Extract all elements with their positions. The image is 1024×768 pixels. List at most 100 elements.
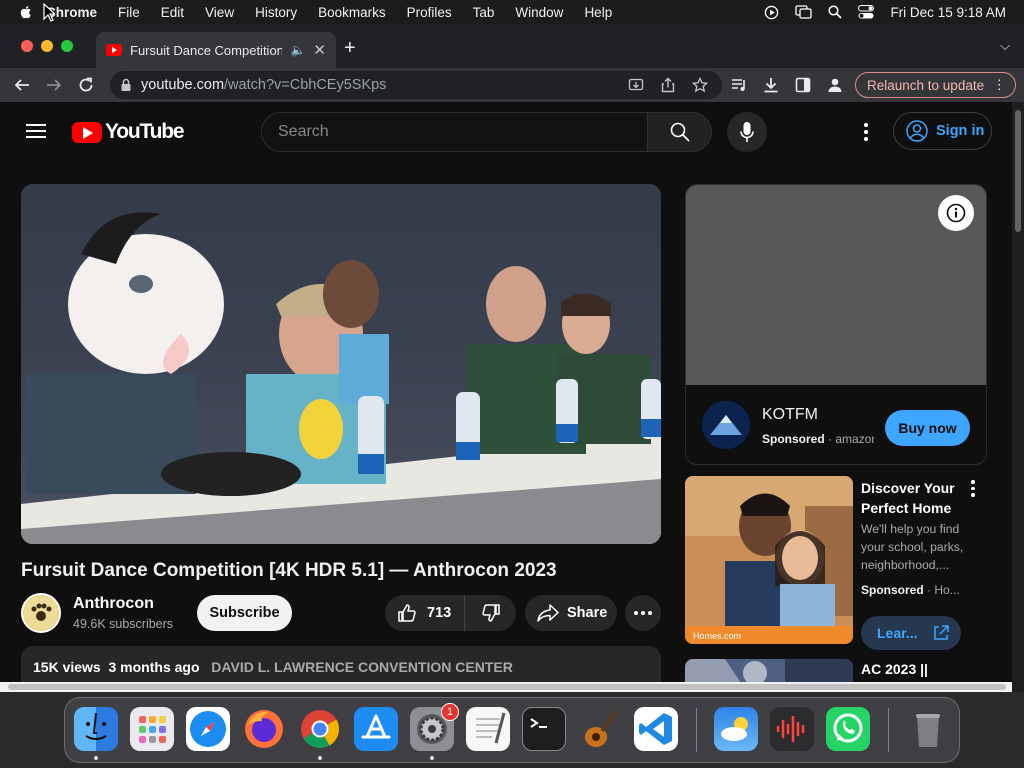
- relaunch-to-update-button[interactable]: Relaunch to update ⋮: [855, 72, 1016, 98]
- external-link-icon: [934, 625, 949, 640]
- search-input[interactable]: [262, 113, 647, 151]
- window-minimize-button[interactable]: [41, 40, 53, 52]
- tab-title: Fursuit Dance Competition [4K HDR 5.1] —…: [130, 42, 283, 58]
- tab-audio-icon[interactable]: 🔈: [290, 43, 305, 57]
- like-button[interactable]: 713: [385, 595, 465, 631]
- back-button[interactable]: [10, 73, 34, 97]
- downloads-icon[interactable]: [763, 77, 779, 93]
- menu-edit[interactable]: Edit: [161, 5, 184, 20]
- window-close-button[interactable]: [21, 40, 33, 52]
- menu-file[interactable]: File: [118, 5, 140, 20]
- horizontal-scrollbar[interactable]: [0, 682, 1012, 692]
- lock-icon[interactable]: [120, 78, 132, 92]
- menu-tab[interactable]: Tab: [473, 5, 495, 20]
- menu-window[interactable]: Window: [515, 5, 563, 20]
- finder-running-dot: [94, 756, 98, 760]
- share-button[interactable]: Share: [525, 595, 617, 631]
- search-icon: [670, 122, 690, 142]
- launchpad-icon[interactable]: [130, 707, 174, 751]
- vscode-icon[interactable]: [634, 707, 678, 751]
- video-player[interactable]: [21, 184, 661, 544]
- side-panel-icon[interactable]: [795, 77, 811, 93]
- spotlight-search-icon[interactable]: [828, 5, 843, 19]
- mountain-logo-icon: [702, 401, 750, 449]
- search-box: [261, 112, 712, 152]
- browser-tab-active[interactable]: Fursuit Dance Competition [4K HDR 5.1] —…: [96, 32, 336, 68]
- new-tab-button[interactable]: +: [344, 38, 356, 58]
- profile-icon[interactable]: [827, 77, 843, 93]
- menu-clock[interactable]: Fri Dec 15 9:18 AM: [890, 5, 1006, 20]
- reload-button[interactable]: [74, 73, 98, 97]
- voice-search-button[interactable]: [727, 112, 767, 152]
- textedit-icon[interactable]: [466, 707, 510, 751]
- tab-close-icon[interactable]: ✕: [313, 41, 326, 59]
- upload-age: 3 months ago: [108, 659, 200, 675]
- app-store-icon[interactable]: [354, 707, 398, 751]
- share-page-icon[interactable]: [660, 77, 676, 93]
- menu-profiles[interactable]: Profiles: [407, 5, 452, 20]
- learn-more-button[interactable]: Lear...: [861, 616, 961, 650]
- info-icon: [946, 203, 966, 223]
- garageband-icon[interactable]: [578, 707, 622, 751]
- now-playing-icon[interactable]: [764, 5, 779, 20]
- dock-separator: [696, 708, 697, 752]
- youtube-logo[interactable]: YouTube: [72, 120, 185, 144]
- dock-separator-2: [888, 708, 889, 752]
- ad-sponsored-label: Sponsored: [762, 432, 825, 446]
- address-bar[interactable]: youtube.com/watch?v=CbhCEy5SKps: [110, 71, 722, 99]
- ad-media-placeholder: [686, 185, 986, 385]
- subscribe-button[interactable]: Subscribe: [197, 595, 292, 631]
- menu-view[interactable]: View: [205, 5, 234, 20]
- vertical-scrollbar[interactable]: [1012, 102, 1024, 692]
- channel-avatar[interactable]: [21, 593, 61, 633]
- more-actions-button[interactable]: [625, 595, 661, 631]
- microphone-icon: [740, 122, 754, 142]
- promo-more-icon[interactable]: [970, 480, 976, 498]
- channel-name[interactable]: Anthrocon: [73, 595, 154, 613]
- youtube-play-logo-icon: [72, 121, 102, 143]
- safari-icon[interactable]: [186, 707, 230, 751]
- weather-icon[interactable]: [714, 707, 758, 751]
- like-dislike-group: 713: [385, 595, 516, 631]
- back-arrow-icon: [14, 79, 29, 91]
- trash-icon[interactable]: [906, 707, 950, 751]
- buy-now-button[interactable]: Buy now: [885, 410, 970, 446]
- apple-icon[interactable]: [18, 4, 34, 20]
- vertical-scroll-thumb[interactable]: [1015, 110, 1021, 232]
- promo-title[interactable]: Discover Your Perfect Home: [861, 478, 969, 518]
- sponsored-ad-card[interactable]: KOTFM Sponsored · amazon Buy now: [685, 184, 987, 465]
- horizontal-scroll-thumb[interactable]: [8, 684, 1006, 690]
- tab-search-chevron-icon[interactable]: ⌵: [1000, 38, 1010, 54]
- url-host: youtube.com: [141, 77, 225, 93]
- chrome-running-dot: [318, 756, 322, 760]
- next-video-title[interactable]: AC 2023 ||: [861, 661, 928, 677]
- bookmark-star-icon[interactable]: [692, 77, 708, 93]
- reading-list-icon[interactable]: [731, 77, 748, 93]
- voice-memos-icon[interactable]: [770, 707, 814, 751]
- chrome-menu-icon[interactable]: ⋮: [993, 77, 1007, 93]
- view-count: 15K views: [33, 659, 101, 675]
- control-center-icon[interactable]: [858, 5, 875, 19]
- forward-button[interactable]: [42, 73, 66, 97]
- promo-thumbnail[interactable]: Homes.com: [685, 476, 853, 644]
- settings-running-dot: [430, 756, 434, 760]
- sign-in-button[interactable]: Sign in: [893, 112, 992, 150]
- terminal-icon[interactable]: [522, 707, 566, 751]
- whatsapp-icon[interactable]: [826, 707, 870, 751]
- chrome-icon[interactable]: [298, 707, 342, 751]
- screen-mirroring-icon[interactable]: [795, 4, 813, 20]
- firefox-icon[interactable]: [242, 707, 286, 751]
- ad-info-button[interactable]: [938, 195, 974, 231]
- dislike-button[interactable]: [465, 603, 516, 623]
- finder-icon[interactable]: [74, 707, 118, 751]
- search-button[interactable]: [647, 113, 711, 151]
- guide-menu-icon[interactable]: [26, 124, 46, 138]
- install-app-icon[interactable]: [628, 77, 644, 93]
- window-zoom-button[interactable]: [61, 40, 73, 52]
- settings-more-icon[interactable]: [856, 122, 876, 142]
- reload-icon: [79, 77, 93, 92]
- menu-history[interactable]: History: [255, 5, 297, 20]
- menu-bookmarks[interactable]: Bookmarks: [318, 5, 386, 20]
- menu-help[interactable]: Help: [584, 5, 612, 20]
- like-count: 713: [427, 605, 452, 621]
